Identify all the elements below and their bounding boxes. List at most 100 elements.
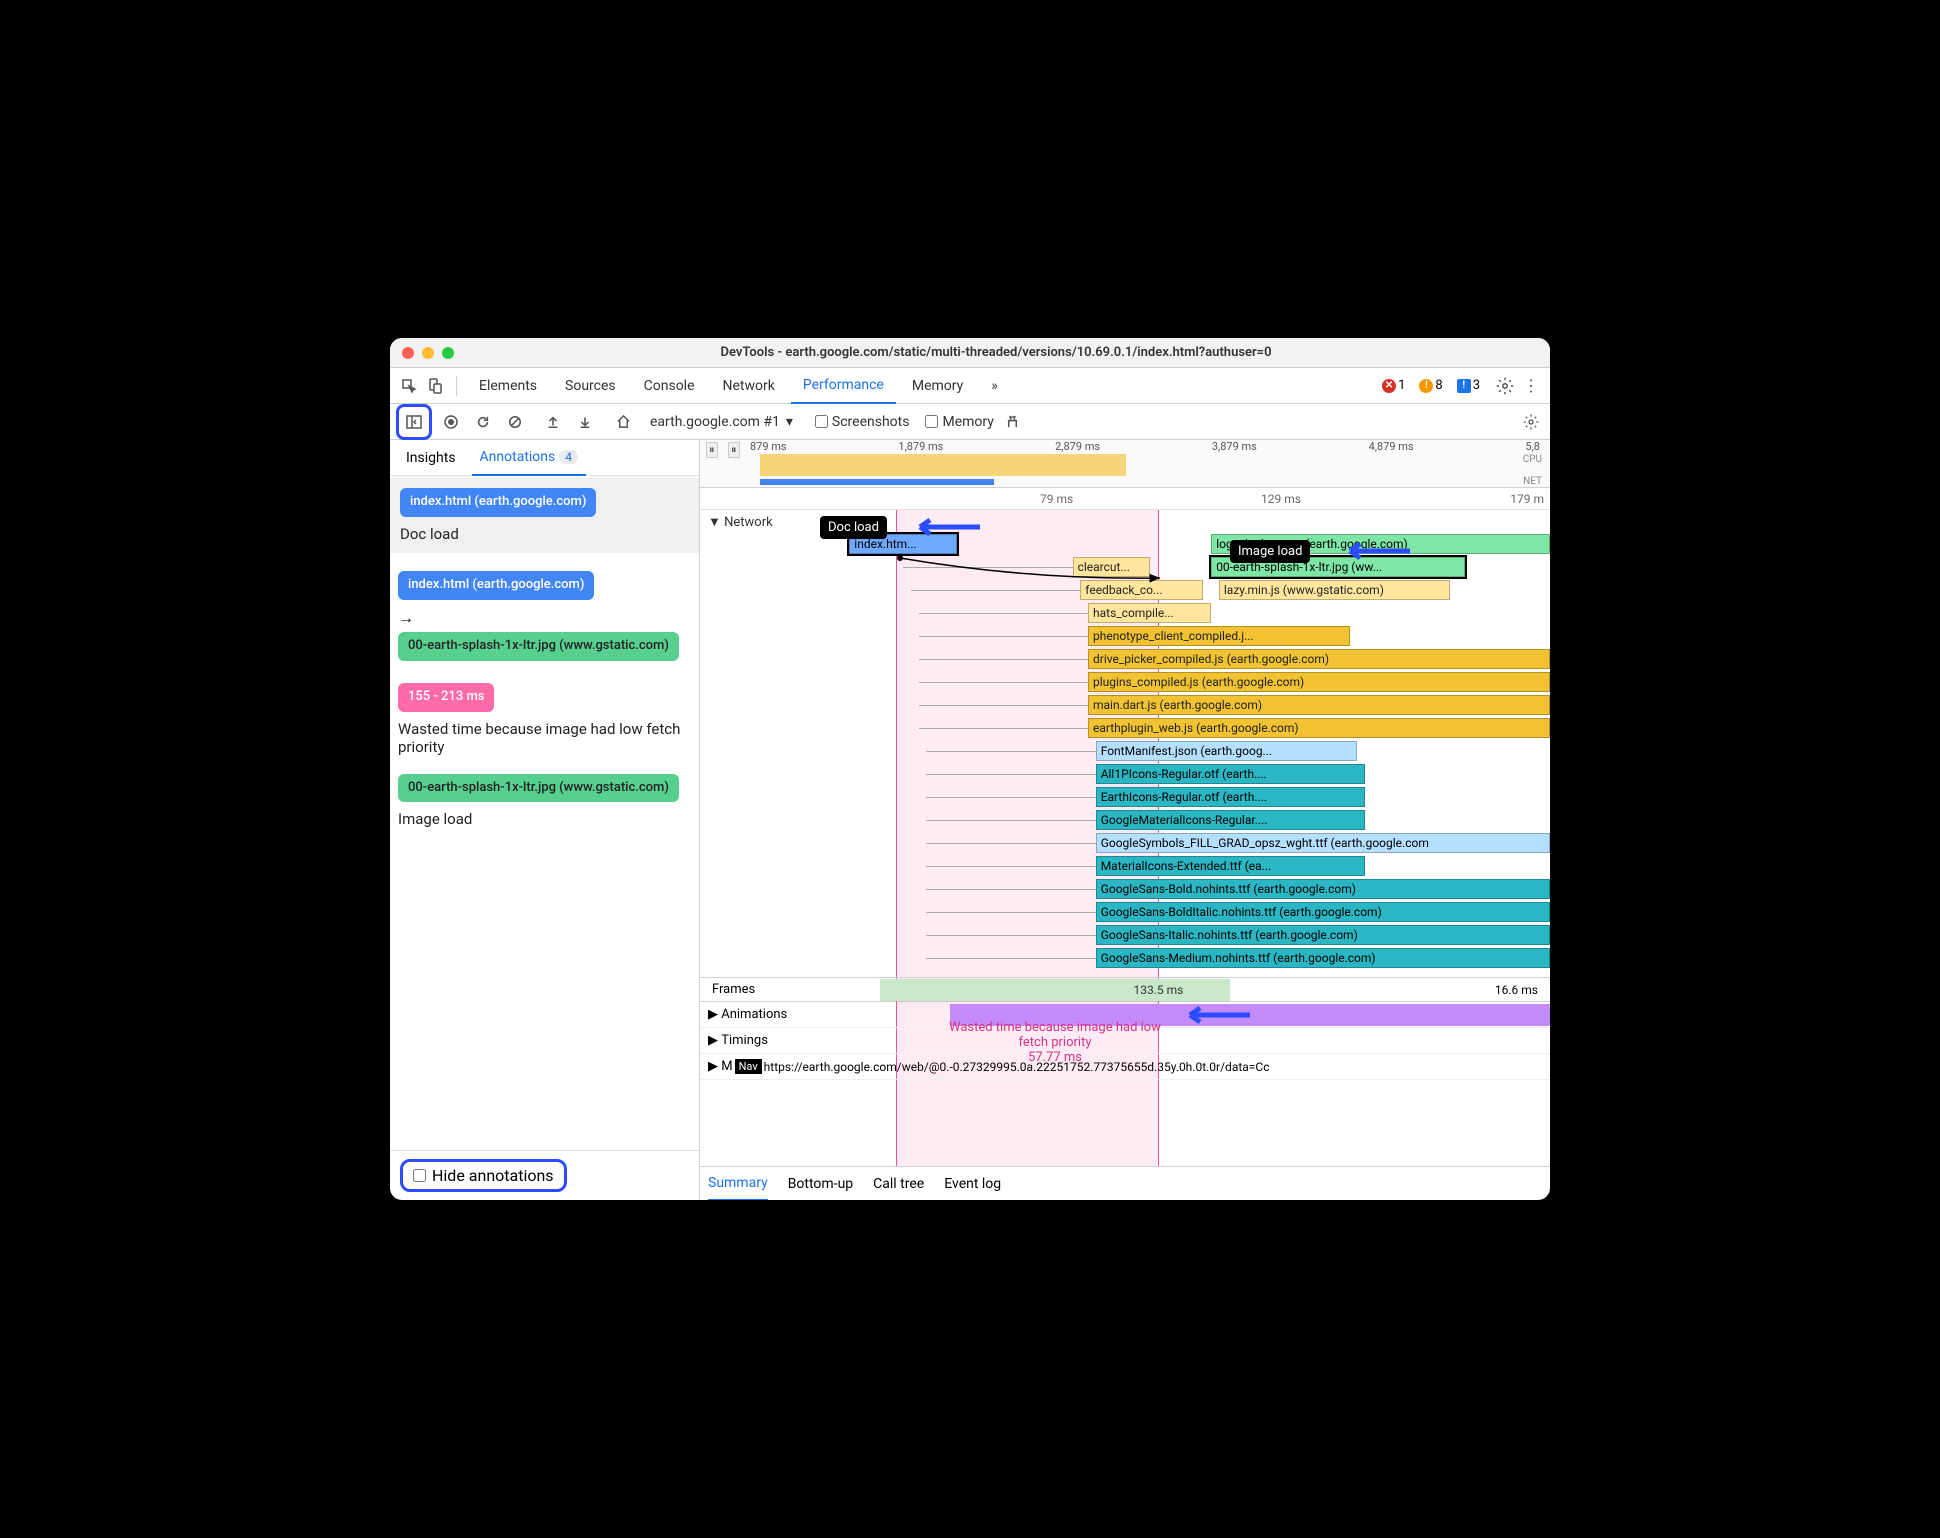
network-row[interactable]: phenotype_client_compiled.j... [780,626,1550,649]
home-icon[interactable] [610,409,636,435]
network-bar[interactable]: FontManifest.json (earth.goog... [1096,741,1358,761]
timeline-ruler[interactable]: 79 ms 129 ms 179 m [700,488,1550,510]
tab-performance[interactable]: Performance [791,368,896,404]
network-row[interactable]: GoogleSans-Medium.nohints.ttf (earth.goo… [780,948,1550,971]
track-area[interactable]: Doc load Image load ▼ Network index.htm.… [700,510,1550,1166]
network-row[interactable]: clearcut...00-earth-splash-1x-ltr.jpg (w… [780,557,1550,580]
network-bar[interactable]: phenotype_client_compiled.j... [1088,626,1350,646]
network-row[interactable]: main.dart.js (earth.google.com) [780,695,1550,718]
tab-more[interactable]: » [979,368,1010,404]
upload-icon[interactable] [540,409,566,435]
network-row[interactable]: feedback_co... lazy.min.js (www.gstatic.c… [780,580,1550,603]
network-bar[interactable]: drive_picker_compiled.js (earth.google.c… [1088,649,1550,669]
download-icon[interactable] [572,409,598,435]
annotation-label: Image load [398,810,691,828]
annotation-chip: index.html (earth.google.com) [400,488,596,517]
image-load-tooltip: Image load [1230,540,1310,563]
tab-memory[interactable]: Memory [900,368,975,404]
net-label: NET [1523,476,1542,487]
network-bar[interactable]: MaterialIcons-Extended.ttf (ea... [1096,856,1366,876]
tab-network[interactable]: Network [711,368,787,404]
network-row[interactable]: earthplugin_web.js (earth.google.com) [780,718,1550,741]
screenshots-checkbox[interactable] [815,415,828,428]
toggle-sidebar-icon[interactable] [401,409,427,435]
wait-line [926,774,1095,775]
network-bar[interactable]: hats_compile... [1088,603,1211,623]
reload-icon[interactable] [470,409,496,435]
network-row[interactable]: FontManifest.json (earth.goog... [780,741,1550,764]
devtools-tabs: Elements Sources Console Network Perform… [390,368,1550,404]
frames-track[interactable]: Frames 133.5 ms 16.6 ms [700,977,1550,1001]
warning-count[interactable]: !8 [1419,378,1442,393]
network-row[interactable]: drive_picker_compiled.js (earth.google.c… [780,649,1550,672]
maximize-icon[interactable] [442,347,454,359]
site-label: earth.google.com #1 [650,414,780,430]
network-bar[interactable]: GoogleSans-Italic.nohints.ttf (earth.goo… [1096,925,1550,945]
chevron-down-icon: ▼ [708,514,721,530]
tab-bottom-up[interactable]: Bottom-up [788,1167,853,1201]
inspect-icon[interactable] [398,375,420,397]
network-bar[interactable]: earthplugin_web.js (earth.google.com) [1088,718,1550,738]
network-bar[interactable]: GoogleSymbols_FILL_GRAD_opsz_wght.ttf (e… [1096,833,1550,853]
annotation-item[interactable]: index.html (earth.google.com) → 00-earth… [398,571,691,665]
network-bar[interactable]: GoogleSans-Medium.nohints.ttf (earth.goo… [1096,948,1550,968]
overview[interactable]: 879 ms 1,879 ms 2,879 ms 3,879 ms 4,879 … [700,440,1550,488]
devtools-window: DevTools - earth.google.com/static/multi… [390,338,1550,1200]
issue-count[interactable]: !3 [1457,378,1480,393]
annotation-item[interactable]: index.html (earth.google.com) Doc load [390,478,699,553]
network-row[interactable]: GoogleSans-Italic.nohints.ttf (earth.goo… [780,925,1550,948]
record-icon[interactable] [438,409,464,435]
annotation-item[interactable]: 00-earth-splash-1x-ltr.jpg (www.gstatic.… [398,774,691,829]
pause-icon[interactable]: ⏸ [706,442,718,458]
network-row[interactable]: GoogleMaterialIcons-Regular.... [780,810,1550,833]
tab-elements[interactable]: Elements [467,368,549,404]
network-bar[interactable]: feedback_co... [1080,580,1203,600]
network-row[interactable]: All1PIcons-Regular.otf (earth.... [780,764,1550,787]
network-row[interactable]: GoogleSymbols_FILL_GRAD_opsz_wght.ttf (e… [780,833,1550,856]
network-bar[interactable]: EarthIcons-Regular.otf (earth.... [1096,787,1366,807]
cpu-overview [760,454,1370,476]
tab-insights[interactable]: Insights [398,440,464,476]
arrow-icon [910,518,980,536]
network-bar[interactable]: plugins_compiled.js (earth.google.com) [1088,672,1550,692]
sidebar-tabs: Insights Annotations 4 [390,440,699,476]
tab-event-log[interactable]: Event log [944,1167,1001,1201]
network-row[interactable]: plugins_compiled.js (earth.google.com) [780,672,1550,695]
network-row[interactable]: MaterialIcons-Extended.ttf (ea... [780,856,1550,879]
clear-icon[interactable] [502,409,528,435]
memory-checkbox[interactable] [925,415,938,428]
tab-console[interactable]: Console [632,368,707,404]
site-selector[interactable]: earth.google.com #1 ▾ [650,414,793,430]
network-row[interactable]: index.htm...logo_lockup.svg (earth.googl… [780,534,1550,557]
network-bar[interactable]: GoogleMaterialIcons-Regular.... [1096,810,1366,830]
tab-call-tree[interactable]: Call tree [873,1167,924,1201]
network-row[interactable]: hats_compile... [780,603,1550,626]
gear-icon[interactable] [1518,409,1544,435]
more-icon[interactable]: ⋮ [1520,375,1542,397]
tab-summary[interactable]: Summary [708,1167,768,1201]
tab-annotations[interactable]: Annotations 4 [472,440,586,476]
chevron-down-icon: ▾ [786,414,793,430]
minimize-icon[interactable] [422,347,434,359]
network-bar[interactable]: All1PIcons-Regular.otf (earth.... [1096,764,1366,784]
network-row[interactable]: GoogleSans-BoldItalic.nohints.ttf (earth… [780,902,1550,925]
wait-line [926,843,1095,844]
tab-sources[interactable]: Sources [553,368,628,404]
network-bar[interactable]: lazy.min.js (www.gstatic.com) [1219,580,1450,600]
hide-annotations-checkbox[interactable] [413,1169,426,1182]
network-row[interactable]: EarthIcons-Regular.otf (earth.... [780,787,1550,810]
network-bar[interactable]: GoogleSans-Bold.nohints.ttf (earth.googl… [1096,879,1550,899]
network-bar[interactable]: clearcut... [1073,557,1150,577]
network-bar[interactable]: main.dart.js (earth.google.com) [1088,695,1550,715]
device-icon[interactable] [424,375,446,397]
pause-icon[interactable]: ⏸ [728,442,740,458]
annotation-item[interactable]: 155 - 213 ms Wasted time because image h… [398,683,691,756]
gc-icon[interactable] [1000,409,1026,435]
error-count[interactable]: ✕1 [1382,378,1405,393]
network-row[interactable]: GoogleSans-Bold.nohints.ttf (earth.googl… [780,879,1550,902]
network-bar[interactable]: GoogleSans-BoldItalic.nohints.ttf (earth… [1096,902,1550,922]
annotation-chip: 155 - 213 ms [398,683,494,712]
close-icon[interactable] [402,347,414,359]
gear-icon[interactable] [1494,375,1516,397]
wait-line [926,912,1095,913]
